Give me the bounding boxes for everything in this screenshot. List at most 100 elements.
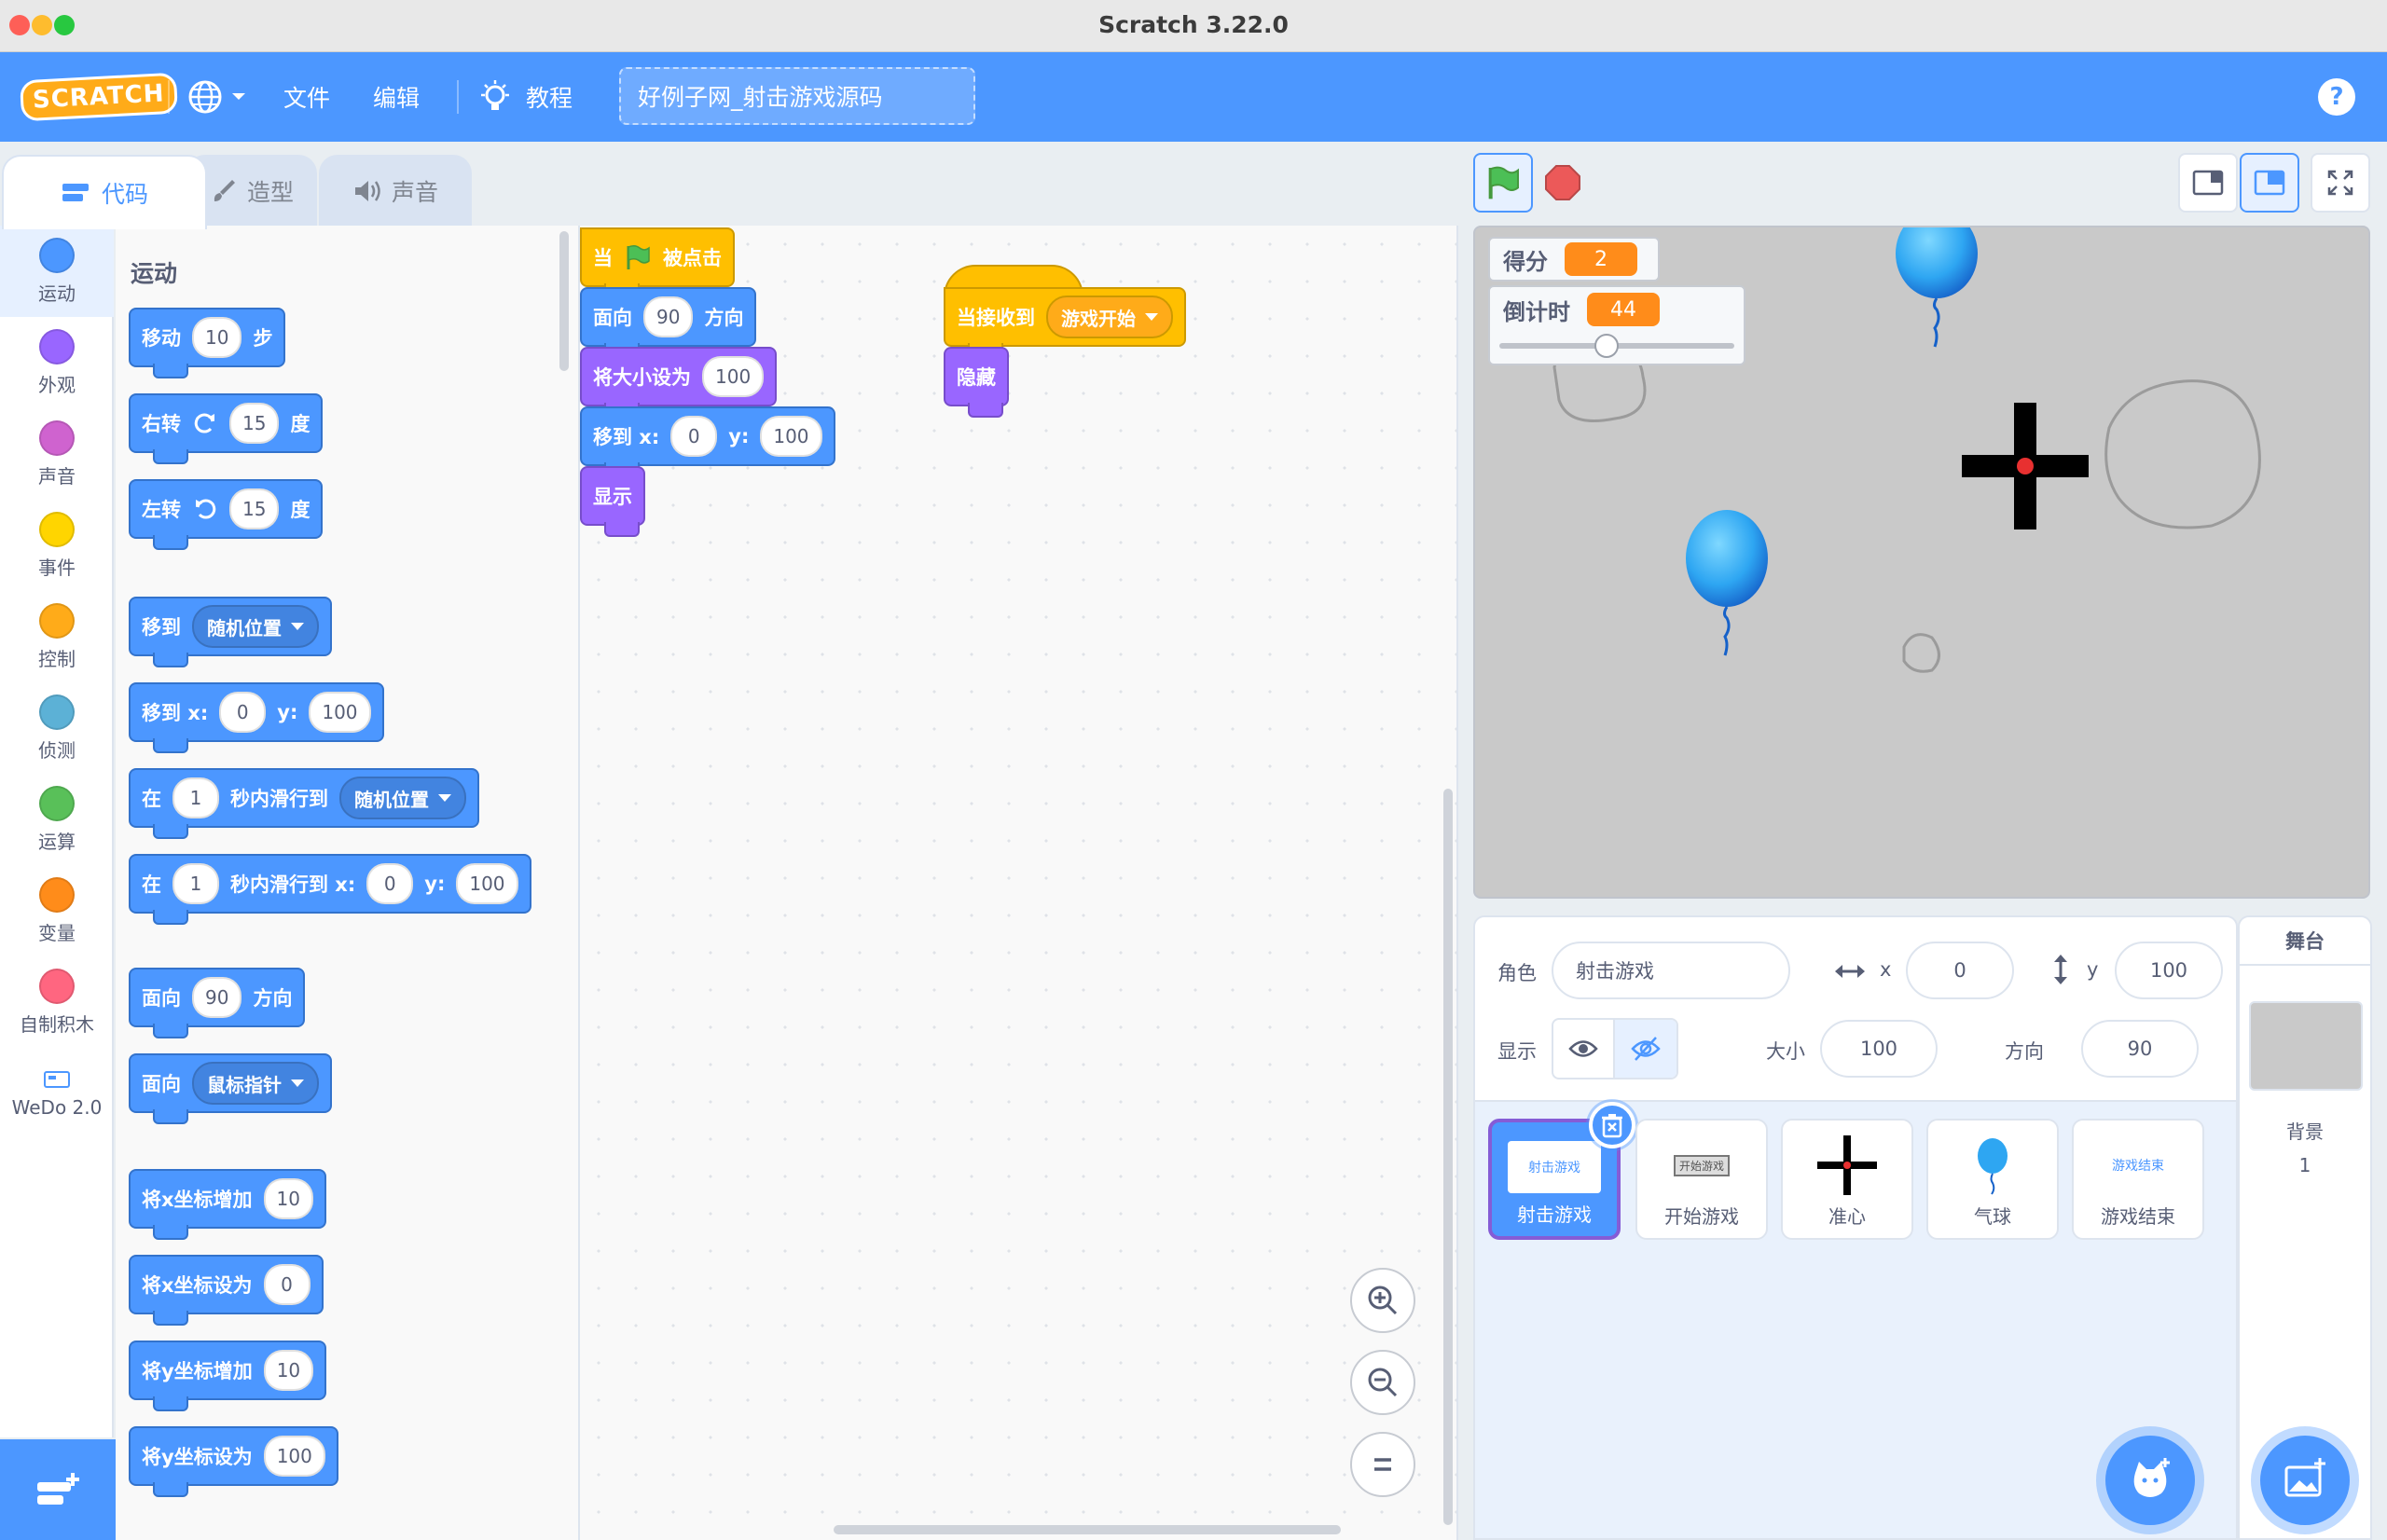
palette-scrollbar[interactable] (559, 231, 569, 371)
block-number-input[interactable]: 0 (263, 1264, 310, 1305)
score-monitor[interactable]: 得分 2 (1488, 237, 1660, 282)
zoom-out-button[interactable] (1350, 1350, 1415, 1415)
block-point-towards[interactable]: 面向 鼠标指针 (129, 1053, 332, 1124)
countdown-slider[interactable] (1499, 334, 1734, 358)
script-area-hscrollbar[interactable] (834, 1525, 1341, 1534)
block-change-x[interactable]: 将x坐标增加 10 (129, 1169, 326, 1240)
scratch-logo[interactable]: SCRATCH (19, 52, 178, 142)
goto-target-dropdown[interactable]: 随机位置 (192, 605, 319, 648)
hide-sprite-button[interactable] (1615, 1020, 1676, 1078)
block-text: 在 (142, 788, 161, 810)
block-text: 将y坐标增加 (142, 1360, 253, 1382)
stage-canvas[interactable]: 得分 2 倒计时 44 (1473, 226, 2370, 899)
block-number-input[interactable]: 100 (702, 356, 765, 397)
block-number-input[interactable]: 100 (456, 863, 518, 904)
sprite-card[interactable]: 开始游戏 开始游戏 (1635, 1119, 1768, 1240)
tab-code[interactable]: 代码 (2, 155, 207, 229)
block-number-input[interactable]: 90 (192, 977, 242, 1018)
category-variables[interactable]: 变量 (0, 865, 114, 956)
point-towards-dropdown[interactable]: 鼠标指针 (192, 1062, 319, 1105)
category-wedo[interactable]: WeDo 2.0 (0, 1048, 114, 1139)
category-motion[interactable]: 运动 (0, 226, 114, 317)
zoom-reset-button[interactable] (1350, 1432, 1415, 1497)
backdrop-thumbnail[interactable] (2249, 1001, 2363, 1091)
choose-backdrop-button[interactable] (2260, 1436, 2350, 1525)
category-sensing[interactable]: 侦测 (0, 682, 114, 774)
block-number-input[interactable]: 0 (670, 416, 718, 457)
sprite-card[interactable]: 气球 (1926, 1119, 2059, 1240)
direction-input[interactable]: 90 (2081, 1020, 2199, 1078)
block-number-input[interactable]: 15 (229, 403, 280, 444)
block-set-x[interactable]: 将x坐标设为 0 (129, 1255, 324, 1326)
block-number-input[interactable]: 0 (219, 692, 267, 733)
help-button[interactable]: ? (2318, 52, 2355, 142)
message-dropdown[interactable]: 游戏开始 (1046, 296, 1173, 338)
block-turn-right[interactable]: 右转 15 度 (129, 393, 324, 464)
countdown-monitor[interactable]: 倒计时 44 (1488, 285, 1745, 365)
stop-button[interactable] (1533, 153, 1593, 213)
project-title-input[interactable]: 好例子网_射击游戏源码 (619, 67, 975, 125)
block-number-input[interactable]: 100 (263, 1436, 325, 1477)
delete-sprite-button[interactable] (1589, 1102, 1635, 1148)
category-control[interactable]: 控制 (0, 591, 114, 682)
tutorials-button[interactable]: 教程 (477, 52, 573, 142)
block-when-flag-clicked[interactable]: 当 被点击 (580, 227, 735, 298)
block-text: 显示 (593, 486, 632, 508)
glide-target-dropdown[interactable]: 随机位置 (339, 777, 466, 819)
category-color-dot (39, 328, 75, 364)
block-when-receive[interactable]: 当接收到 游戏开始 (944, 287, 1186, 358)
tab-sounds[interactable]: 声音 (319, 155, 472, 226)
block-hide[interactable]: 隐藏 (944, 347, 1009, 418)
block-number-input[interactable]: 10 (263, 1178, 313, 1219)
block-set-size[interactable]: 将大小设为 100 (580, 347, 778, 418)
block-number-input[interactable]: 90 (643, 296, 694, 337)
file-menu[interactable]: 文件 (283, 52, 330, 142)
block-set-y[interactable]: 将y坐标设为 100 (129, 1426, 338, 1497)
block-number-input[interactable]: 1 (172, 863, 219, 904)
category-looks[interactable]: 外观 (0, 317, 114, 408)
block-turn-left[interactable]: 左转 15 度 (129, 479, 324, 550)
block-point-direction[interactable]: 面向 90 方向 (129, 968, 306, 1038)
block-move-steps[interactable]: 移动 10 步 (129, 308, 286, 378)
block-glide[interactable]: 在 1 秒内滑行到 随机位置 (129, 768, 479, 839)
block-number-input[interactable]: 0 (366, 863, 414, 904)
green-flag-button[interactable] (1473, 153, 1533, 213)
category-events[interactable]: 事件 (0, 500, 114, 591)
block-number-input[interactable]: 100 (760, 416, 822, 457)
show-sprite-button[interactable] (1553, 1020, 1615, 1078)
block-goto[interactable]: 移到 随机位置 (129, 597, 332, 667)
block-number-input[interactable]: 10 (192, 317, 242, 358)
y-input[interactable]: 100 (2115, 942, 2223, 999)
category-sound[interactable]: 声音 (0, 408, 114, 500)
script-area-vscrollbar[interactable] (1443, 789, 1453, 1525)
block-show[interactable]: 显示 (580, 466, 645, 537)
language-menu[interactable] (186, 52, 246, 142)
block-change-y[interactable]: 将y坐标增加 10 (129, 1341, 327, 1411)
y-arrows-icon (2054, 955, 2067, 984)
size-input[interactable]: 100 (1820, 1020, 1938, 1078)
choose-sprite-button[interactable] (2105, 1436, 2195, 1525)
x-input[interactable]: 0 (1906, 942, 2014, 999)
normal-stage-button[interactable] (2240, 153, 2299, 213)
block-number-input[interactable]: 100 (309, 692, 371, 733)
add-extension-button[interactable] (0, 1439, 116, 1540)
category-my-blocks[interactable]: 自制积木 (0, 956, 114, 1048)
category-color-dot (39, 419, 75, 456)
zoom-in-button[interactable] (1350, 1268, 1415, 1333)
block-goto-xy[interactable]: 移到 x: 0 y: 100 (580, 406, 835, 477)
sprite-name-input[interactable]: 射击游戏 (1552, 942, 1790, 999)
category-operators[interactable]: 运算 (0, 774, 114, 865)
block-number-input[interactable]: 1 (172, 777, 219, 818)
block-number-input[interactable]: 15 (229, 488, 280, 529)
small-stage-button[interactable] (2178, 153, 2238, 213)
sprite-card[interactable]: 游戏结束 游戏结束 (2072, 1119, 2204, 1240)
block-number-input[interactable]: 10 (263, 1350, 314, 1391)
block-goto-xy[interactable]: 移到 x: 0 y: 100 (129, 682, 384, 753)
category-color-dot (39, 785, 75, 821)
block-point-direction[interactable]: 面向 90 方向 (580, 287, 757, 358)
fullscreen-button[interactable] (2311, 153, 2370, 213)
block-glide-xy[interactable]: 在 1 秒内滑行到 x: 0 y: 100 (129, 854, 531, 925)
edit-menu[interactable]: 编辑 (373, 52, 420, 142)
slider-thumb[interactable] (1594, 334, 1619, 358)
sprite-card[interactable]: 准心 (1781, 1119, 1913, 1240)
